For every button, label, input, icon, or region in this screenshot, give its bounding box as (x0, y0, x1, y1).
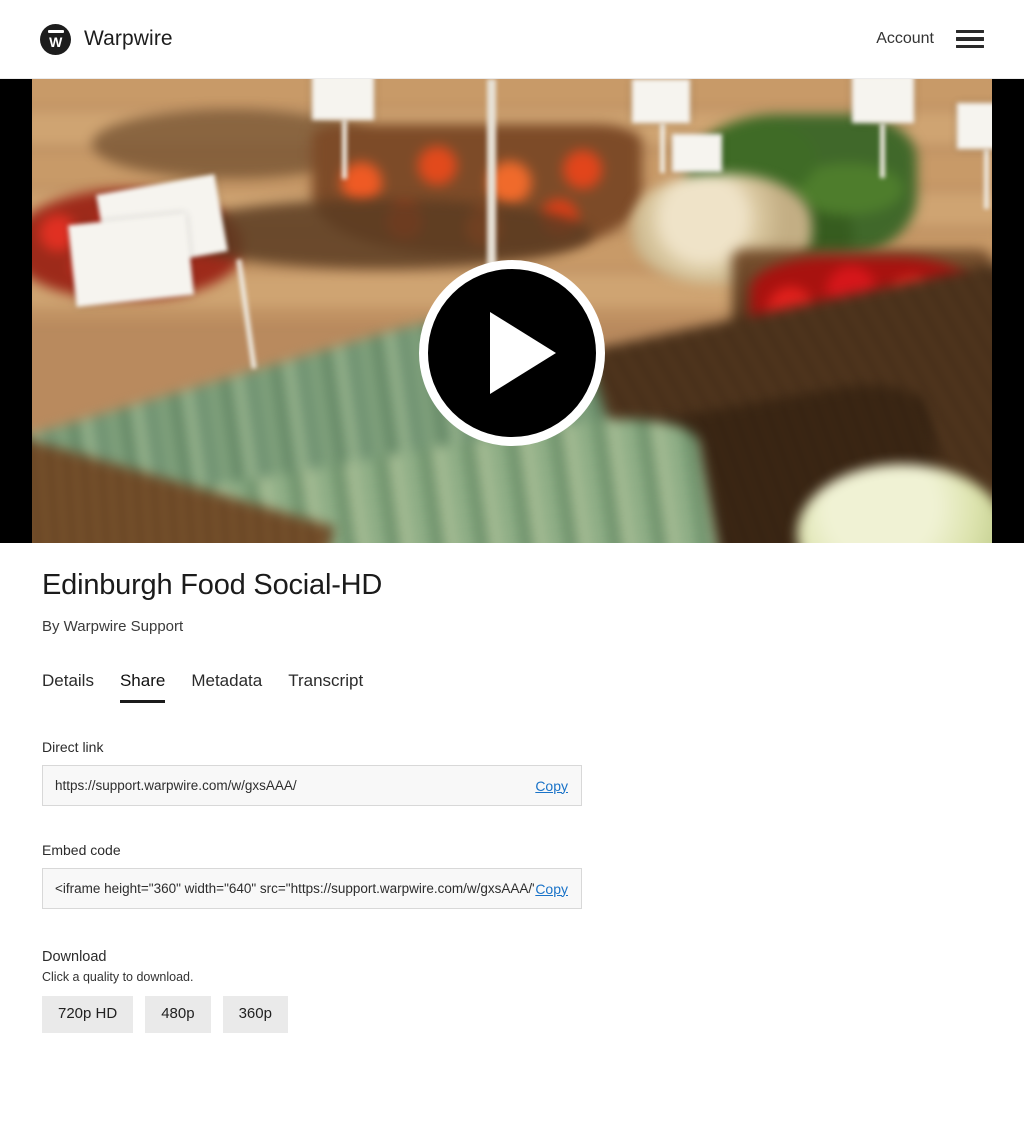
thumb-price-sign-5 (852, 79, 914, 123)
copy-embed-code-button[interactable]: Copy (535, 881, 568, 897)
header-actions: Account (876, 29, 984, 49)
thumb-sign-post-2 (342, 119, 347, 179)
hamburger-bar-1 (956, 29, 984, 33)
tab-share[interactable]: Share (119, 671, 166, 703)
tab-transcript[interactable]: Transcript (288, 671, 363, 703)
warpwire-logo-icon: W (40, 23, 71, 55)
download-group: Download Click a quality to download. 72… (42, 949, 982, 1033)
direct-link-label: Direct link (42, 739, 104, 755)
hamburger-menu-icon[interactable] (956, 29, 984, 49)
copy-direct-link-button[interactable]: Copy (535, 778, 568, 794)
thumb-sign-post-4 (880, 123, 885, 178)
media-details-panel: Edinburgh Food Social-HD By Warpwire Sup… (0, 543, 1024, 1033)
logo-bar (47, 30, 64, 33)
logo-letter: W (49, 34, 62, 50)
tab-details[interactable]: Details (42, 671, 94, 703)
direct-link-input[interactable]: https://support.warpwire.com/w/gxsAAA/ (55, 778, 535, 793)
download-480p-button[interactable]: 480p (145, 996, 211, 1033)
download-label: Download (42, 949, 107, 965)
play-triangle (490, 312, 556, 394)
thumb-price-sign-2 (312, 79, 374, 120)
quality-button-row: 720p HD 480p 360p (42, 996, 982, 1033)
tab-bar: Details Share Metadata Transcript (42, 671, 982, 703)
download-hint: Click a quality to download. (42, 970, 194, 984)
thumb-price-sign-3 (632, 79, 690, 123)
thumb-sign-post-3 (660, 123, 665, 173)
media-author: By Warpwire Support (42, 618, 184, 635)
hamburger-bar-2 (956, 37, 984, 41)
video-player[interactable] (0, 79, 1024, 543)
download-360p-button[interactable]: 360p (222, 996, 288, 1033)
brand-name: Warpwire (84, 27, 173, 50)
download-720p-button[interactable]: 720p HD (42, 996, 134, 1033)
site-header: W Warpwire Account (0, 0, 1024, 79)
embed-code-label: Embed code (42, 842, 121, 858)
direct-link-field[interactable]: https://support.warpwire.com/w/gxsAAA/ C… (42, 765, 582, 806)
embed-code-group: Embed code <iframe height="360" width="6… (42, 842, 982, 909)
thumb-basket-rim-front (172, 199, 592, 269)
account-button[interactable]: Account (876, 30, 934, 48)
hamburger-bar-3 (956, 45, 984, 49)
embed-code-field[interactable]: <iframe height="360" width="640" src="ht… (42, 868, 582, 909)
play-icon[interactable] (419, 260, 605, 446)
thumb-price-sign-6 (957, 103, 992, 149)
direct-link-group: Direct link https://support.warpwire.com… (42, 739, 982, 806)
embed-code-input[interactable]: <iframe height="360" width="640" src="ht… (55, 881, 535, 896)
page-title: Edinburgh Food Social-HD (42, 569, 383, 601)
thumb-price-sign-4 (672, 134, 722, 172)
thumb-sign-post-5 (984, 149, 989, 209)
brand-logo[interactable]: W Warpwire (40, 23, 173, 55)
thumb-price-sign-1b (68, 213, 194, 307)
thumb-sign-post-6 (487, 79, 496, 279)
tab-metadata[interactable]: Metadata (191, 671, 262, 703)
